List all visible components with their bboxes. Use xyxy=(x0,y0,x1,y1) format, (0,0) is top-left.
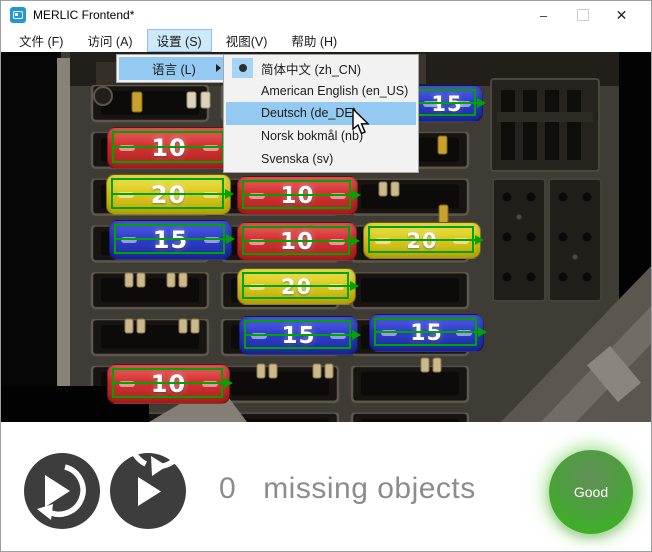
detection-midline xyxy=(244,240,353,242)
menu-bar: 文件 (F) 访问 (A) 设置 (S) 视图(V) 帮助 (H) xyxy=(1,29,651,52)
missing-label: missing objects xyxy=(263,472,476,506)
missing-objects-status: 0 missing objects xyxy=(219,472,476,506)
menu-item-language[interactable]: 语言 (L) xyxy=(119,57,228,80)
run-continuous-button[interactable] xyxy=(110,453,186,529)
minimize-button[interactable]: – xyxy=(524,1,563,29)
menu-settings[interactable]: 设置 (S) xyxy=(147,29,212,52)
detection-arrow-icon xyxy=(225,189,234,199)
window-controls: – ✕ xyxy=(524,1,641,29)
detection-arrow-icon xyxy=(477,98,486,108)
settings-menu-panel: 语言 (L) xyxy=(116,54,231,83)
maximize-button[interactable] xyxy=(563,1,602,29)
merlic-app-icon xyxy=(10,7,26,23)
radio-bullet-icon xyxy=(239,64,247,72)
detection-arrow-icon xyxy=(350,281,359,291)
detection-midline xyxy=(246,334,354,336)
good-indicator-button[interactable]: Good xyxy=(549,450,633,534)
menu-item-language-label: 语言 (L) xyxy=(152,59,196,78)
good-label: Good xyxy=(574,484,608,500)
run-once-icon xyxy=(24,453,100,529)
cursor-pointer-icon xyxy=(351,108,373,138)
selected-radio-box xyxy=(232,58,253,78)
menu-item-nb[interactable]: Norsk bokmål (nb) xyxy=(226,125,416,148)
detection-midline xyxy=(244,285,352,287)
window-title: MERLIC Frontend* xyxy=(33,8,134,22)
run-continuous-icon xyxy=(110,453,186,529)
detection-midline xyxy=(418,102,479,104)
close-icon: ✕ xyxy=(616,7,628,24)
detection-midline xyxy=(113,193,227,195)
menu-item-zh-cn[interactable]: 简体中文 (zh_CN) xyxy=(226,57,416,80)
detection-arrow-icon xyxy=(226,234,235,244)
detection-arrow-icon xyxy=(478,327,487,337)
minimize-icon: – xyxy=(540,8,547,23)
menu-view[interactable]: 视图(V) xyxy=(216,29,278,52)
menu-item-nb-label: Norsk bokmål (nb) xyxy=(261,129,363,143)
app-icon-dot xyxy=(15,13,18,16)
menu-help[interactable]: 帮助 (H) xyxy=(281,29,347,52)
menu-item-sv-label: Svenska (sv) xyxy=(261,152,333,166)
missing-count: 0 xyxy=(219,472,236,506)
menu-item-sv[interactable]: Svenska (sv) xyxy=(226,147,416,170)
detection-midline xyxy=(114,382,226,384)
menu-file[interactable]: 文件 (F) xyxy=(9,29,73,52)
maximize-icon xyxy=(577,9,589,21)
menu-access[interactable]: 访问 (A) xyxy=(77,29,142,52)
menu-item-zh-cn-label: 简体中文 (zh_CN) xyxy=(261,59,361,78)
detection-midline xyxy=(370,239,477,241)
detection-arrow-icon xyxy=(352,190,361,200)
status-bar: 0 missing objects Good xyxy=(1,422,651,551)
detection-midline xyxy=(114,146,227,148)
merlic-frontend-window: MERLIC Frontend* – ✕ 文件 (F) 访问 (A) 设置 (S… xyxy=(0,0,652,552)
detection-arrow-icon xyxy=(475,235,484,245)
detection-arrow-icon xyxy=(351,236,360,246)
detection-arrow-icon xyxy=(224,378,233,388)
detection-midline xyxy=(116,238,228,240)
menu-item-de-de[interactable]: Deutsch (de_DE) xyxy=(226,102,416,125)
menu-item-en-us-label: American English (en_US) xyxy=(261,84,408,98)
run-once-button[interactable] xyxy=(24,453,100,529)
language-submenu-panel: 简体中文 (zh_CN) American English (en_US) De… xyxy=(223,54,419,173)
title-bar: MERLIC Frontend* – ✕ xyxy=(1,1,651,29)
menu-item-de-de-label: Deutsch (de_DE) xyxy=(261,106,357,120)
menu-item-en-us[interactable]: American English (en_US) xyxy=(226,80,416,103)
detection-midline xyxy=(376,331,480,333)
close-button[interactable]: ✕ xyxy=(602,1,641,29)
submenu-arrow-icon xyxy=(216,64,221,72)
detection-arrow-icon xyxy=(352,330,361,340)
detection-midline xyxy=(244,194,354,196)
